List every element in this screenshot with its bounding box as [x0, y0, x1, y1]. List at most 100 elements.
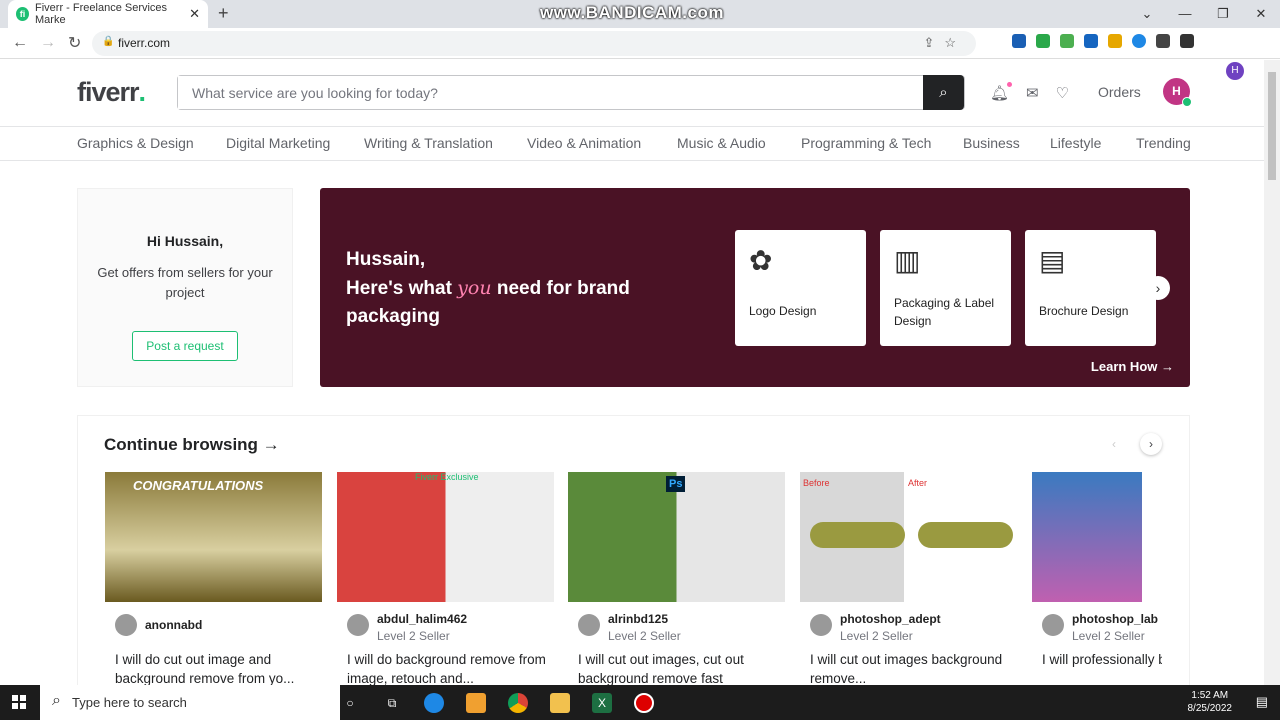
seller-name[interactable]: photoshop_lab — [1072, 612, 1158, 626]
share-icon[interactable]: ⇪ — [923, 35, 944, 50]
notifications-icon[interactable]: ▤ — [1256, 694, 1268, 710]
category-link[interactable]: Programming & Tech — [801, 135, 931, 151]
cortana-icon[interactable]: ○ — [340, 693, 360, 713]
file-explorer-icon[interactable] — [550, 693, 570, 713]
gig-image[interactable]: Fiverr Exclusive — [337, 472, 554, 602]
edge-icon[interactable] — [424, 693, 444, 713]
fiverr-favicon: fi — [16, 7, 30, 21]
reload-icon[interactable]: ↻ — [68, 33, 84, 53]
gig-image[interactable]: CONGRATULATIONS — [105, 472, 322, 602]
windows-start-icon[interactable] — [12, 695, 26, 709]
back-icon[interactable]: ← — [12, 34, 28, 52]
seller-name[interactable]: photoshop_adept — [840, 612, 941, 626]
excel-icon[interactable]: X — [592, 693, 612, 713]
gig-image[interactable]: Ps — [568, 472, 785, 602]
packaging-icon: ▥ — [894, 245, 921, 276]
category-link[interactable]: Video & Animation — [527, 135, 641, 151]
minimize-button[interactable]: — — [1166, 0, 1204, 28]
gig-card[interactable]: Ps alrinbd125 Level 2 Seller I will cut o… — [568, 472, 785, 702]
browser-tab[interactable]: fi Fiverr - Freelance Services Marke ✕ — [8, 0, 208, 28]
store-icon[interactable] — [466, 693, 486, 713]
maximize-button[interactable]: ❐ — [1204, 0, 1242, 28]
category-link[interactable]: Business — [963, 135, 1020, 151]
gig-card[interactable]: CONGRATULATIONS anonnabd I will do cut o… — [105, 472, 322, 702]
section-title[interactable]: Continue browsing → — [104, 435, 280, 455]
puzzle-icon[interactable] — [1156, 34, 1170, 48]
taskbar-search[interactable]: Type here to search — [40, 685, 340, 720]
seller-level: Level 2 Seller — [1072, 629, 1145, 643]
banner-card-brochure[interactable]: ▤ Brochure Design — [1025, 230, 1156, 346]
bandicam-icon[interactable] — [634, 693, 654, 713]
carousel-next-button[interactable]: › — [1140, 433, 1162, 455]
bell-icon[interactable]: 🔔︎ — [990, 82, 1013, 102]
star-icon[interactable]: ☆ — [944, 35, 966, 50]
site-header: fiverr. ⌕ 🔔︎ ✉ ♡ Orders H — [0, 60, 1264, 127]
post-request-button[interactable]: Post a request — [132, 331, 238, 361]
extension-icon[interactable] — [1108, 34, 1122, 48]
user-avatar[interactable]: H — [1163, 78, 1192, 107]
sidepanel-icon[interactable] — [1180, 34, 1194, 48]
greeting-text: Get offers from sellers for your project — [97, 265, 273, 300]
extension-icon[interactable] — [1132, 34, 1146, 48]
brand-packaging-banner: Hussain, Here's what you need for brand pa… — [320, 188, 1190, 387]
tab-title: Fiverr - Freelance Services Marke — [35, 2, 168, 26]
gig-card[interactable]: Before After photoshop_adept Level 2 Selle… — [800, 472, 1017, 702]
chevron-down-icon[interactable]: ⌄ — [1128, 0, 1166, 28]
seller-avatar — [578, 614, 600, 636]
category-link[interactable]: Music & Audio — [677, 135, 766, 151]
task-view-icon[interactable]: ⧉ — [382, 693, 402, 713]
extension-icon[interactable] — [1084, 34, 1098, 48]
category-link[interactable]: Lifestyle — [1050, 135, 1101, 151]
extension-icon[interactable] — [1060, 34, 1074, 48]
seller-level: Level 2 Seller — [840, 629, 913, 643]
url-text: fiverr.com — [118, 36, 171, 50]
seller-avatar — [810, 614, 832, 636]
extension-icon[interactable] — [1036, 34, 1050, 48]
seller-avatar — [347, 614, 369, 636]
gig-card[interactable]: Fiverr Exclusive abdul_halim462 Level 2 S… — [337, 472, 554, 702]
gig-title[interactable]: I will professionally background from i.… — [1042, 650, 1162, 669]
chrome-icon[interactable] — [508, 693, 528, 713]
category-nav: Graphics & Design Digital Marketing Writ… — [0, 128, 1264, 161]
page-scrollbar[interactable] — [1264, 60, 1280, 685]
seller-avatar — [115, 614, 137, 636]
gig-card[interactable]: photoshop_lab Level 2 Seller I will profe… — [1032, 472, 1162, 702]
learn-how-link[interactable]: Learn How → — [1091, 359, 1174, 374]
search-input[interactable] — [178, 76, 918, 109]
close-window-button[interactable]: ✕ — [1242, 0, 1280, 28]
category-link[interactable]: Writing & Translation — [364, 135, 493, 151]
chevron-right-icon[interactable]: › — [1146, 276, 1170, 300]
url-input[interactable]: 🔒 fiverr.com ⇪☆ — [92, 31, 976, 56]
heart-icon[interactable]: ♡ — [1056, 84, 1069, 102]
extension-icon[interactable] — [1012, 34, 1026, 48]
search-button[interactable]: ⌕ — [923, 75, 964, 110]
category-link[interactable]: Trending — [1136, 135, 1191, 151]
mail-icon[interactable]: ✉ — [1026, 84, 1039, 102]
seller-level: Level 2 Seller — [377, 629, 450, 643]
greeting-title: Hi Hussain, — [146, 233, 224, 249]
seller-name[interactable]: alrinbd125 — [608, 612, 681, 626]
banner-card-logo-design[interactable]: ✿ Logo Design — [735, 230, 866, 346]
gig-title[interactable]: I will do background remove from image, … — [347, 650, 547, 688]
browser-tabbar: fi Fiverr - Freelance Services Marke ✕ + w… — [0, 0, 1280, 28]
address-bar-row: ← → ↻ 🔒fiverr.com⇪☆ H ⋮ — [0, 28, 1280, 80]
brochure-icon: ▤ — [1039, 245, 1066, 276]
seller-name[interactable]: abdul_halim462 — [377, 612, 467, 626]
forward-icon[interactable]: → — [40, 34, 56, 52]
orders-link[interactable]: Orders — [1098, 84, 1141, 100]
gig-image[interactable]: Before After — [800, 472, 1017, 602]
continue-browsing-section: Continue browsing → ‹ › CONGRATULATIONS … — [77, 415, 1190, 695]
gig-title[interactable]: I will cut out images, cut out backgroun… — [578, 650, 778, 688]
seller-name[interactable]: anonnabd — [145, 618, 202, 632]
gig-title[interactable]: I will do cut out image and background r… — [115, 650, 315, 688]
carousel-prev-button[interactable]: ‹ — [1103, 433, 1125, 455]
close-tab-icon[interactable]: ✕ — [189, 6, 200, 22]
banner-card-packaging[interactable]: ▥ Packaging & Label Design — [880, 230, 1011, 346]
new-tab-button[interactable]: + — [218, 3, 229, 24]
category-link[interactable]: Digital Marketing — [226, 135, 330, 151]
gig-title[interactable]: I will cut out images background remove.… — [810, 650, 1010, 688]
gig-image[interactable] — [1032, 472, 1142, 602]
category-link[interactable]: Graphics & Design — [77, 135, 194, 151]
system-clock[interactable]: 1:52 AM 8/25/2022 — [1188, 689, 1233, 715]
fiverr-logo[interactable]: fiverr. — [77, 77, 146, 108]
